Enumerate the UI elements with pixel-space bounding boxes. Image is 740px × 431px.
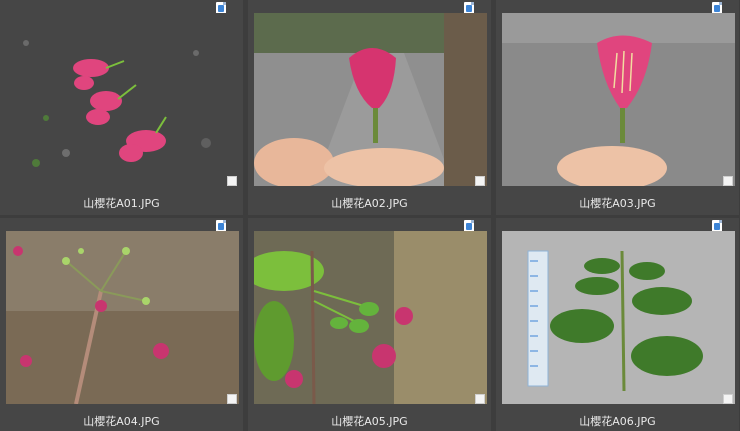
file-name-label: 山櫻花A01.JPG: [83, 197, 160, 210]
file-name-label: 山櫻花A06.JPG: [579, 415, 656, 428]
thumbnail-image[interactable]: [502, 231, 735, 404]
thumbnail-image[interactable]: [6, 231, 239, 404]
file-tile-a02[interactable]: 山櫻花A02.JPG: [248, 0, 491, 215]
file-tile-a01[interactable]: 山櫻花A01.JPG: [0, 0, 243, 215]
file-thumbnail-grid: 山櫻花A01.JPG 山櫻花A02.JPG 山櫻花A03.JPG 山櫻花A04.…: [0, 0, 740, 431]
selection-checkbox[interactable]: [227, 394, 237, 404]
thumbnail-image[interactable]: [254, 13, 487, 186]
selection-checkbox[interactable]: [723, 394, 733, 404]
file-name-label: 山櫻花A04.JPG: [83, 415, 160, 428]
file-tile-a06[interactable]: 山櫻花A06.JPG: [496, 218, 739, 431]
selection-checkbox[interactable]: [227, 176, 237, 186]
file-name-label: 山櫻花A03.JPG: [579, 197, 656, 210]
thumbnail-image[interactable]: [502, 13, 735, 186]
file-name-label: 山櫻花A05.JPG: [331, 415, 408, 428]
selection-checkbox[interactable]: [475, 394, 485, 404]
file-tile-a04[interactable]: 山櫻花A04.JPG: [0, 218, 243, 431]
thumbnail-image[interactable]: [6, 13, 239, 186]
selection-checkbox[interactable]: [723, 176, 733, 186]
file-tile-a03[interactable]: 山櫻花A03.JPG: [496, 0, 739, 215]
file-tile-a05[interactable]: 山櫻花A05.JPG: [248, 218, 491, 431]
thumbnail-image[interactable]: [254, 231, 487, 404]
file-name-label: 山櫻花A02.JPG: [331, 197, 408, 210]
selection-checkbox[interactable]: [475, 176, 485, 186]
